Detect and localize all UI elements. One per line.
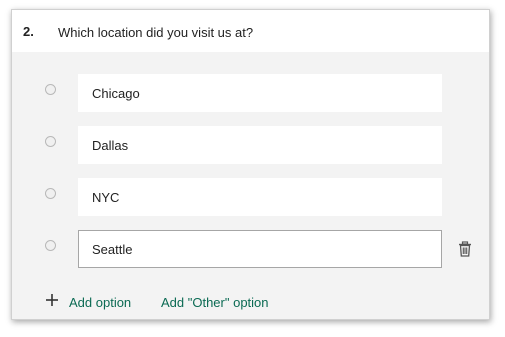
question-header[interactable]: 2. Which location did you visit us at?: [12, 10, 489, 52]
question-card: 2. Which location did you visit us at? C…: [11, 9, 490, 320]
radio-icon[interactable]: [45, 188, 56, 199]
option-input[interactable]: NYC: [78, 178, 442, 216]
option-row-active: Seattle: [12, 230, 489, 268]
option-row: Dallas: [12, 126, 489, 164]
radio-icon[interactable]: [45, 84, 56, 95]
option-input[interactable]: Dallas: [78, 126, 442, 164]
question-number: 2.: [23, 24, 34, 39]
add-option-link[interactable]: Add option: [69, 295, 131, 310]
option-input[interactable]: Seattle: [78, 230, 442, 268]
option-row: Chicago: [12, 74, 489, 112]
trash-icon[interactable]: [457, 241, 473, 257]
question-text[interactable]: Which location did you visit us at?: [58, 25, 253, 40]
radio-icon[interactable]: [45, 136, 56, 147]
add-actions: Add option Add "Other" option: [12, 291, 489, 313]
option-input[interactable]: Chicago: [78, 74, 442, 112]
radio-icon[interactable]: [45, 240, 56, 251]
option-row: NYC: [12, 178, 489, 216]
add-other-option-link[interactable]: Add "Other" option: [161, 295, 269, 310]
plus-icon[interactable]: [44, 292, 60, 308]
